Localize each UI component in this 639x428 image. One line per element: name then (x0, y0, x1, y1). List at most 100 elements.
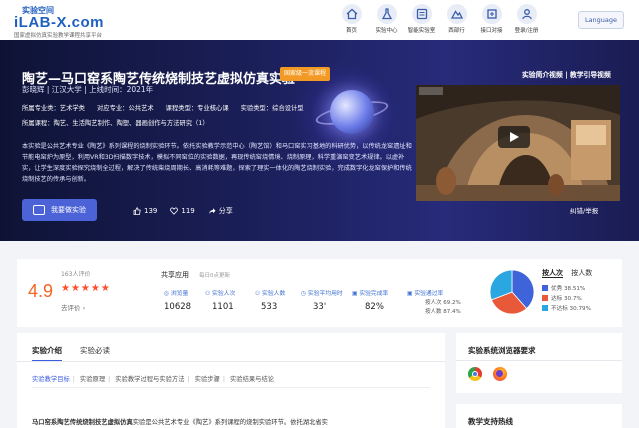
chrome-icon[interactable] (468, 367, 482, 381)
flask-icon (376, 4, 397, 24)
like-button[interactable]: 139 (133, 206, 157, 216)
nav-login[interactable]: 登录/注册 (511, 4, 542, 34)
anchor-process-methods[interactable]: 实验教学过程与实验方法 (115, 376, 184, 383)
legend-swatch (542, 305, 548, 311)
video-tabs[interactable]: 实验简介视频 | 教学引导视频 (522, 69, 611, 79)
legend-swatch (542, 295, 548, 301)
metric-avg-time-value: 33' (313, 302, 327, 312)
mountain-icon (446, 4, 467, 24)
favorite-count: 119 (181, 207, 195, 215)
nav-label: 登录/注册 (514, 28, 539, 34)
play-button[interactable] (498, 126, 530, 148)
pass-rate-by-sessions: 按人次 69.2% (425, 300, 461, 306)
logo-sub-text: 国家虚拟仿真实验教学课程共享平台 (14, 33, 103, 39)
tab-by-sessions[interactable]: 按人次 (542, 269, 563, 278)
logo-main-text: iLAB-X.com (14, 14, 105, 31)
share-button[interactable]: 分享 (208, 206, 233, 216)
video-watermark (419, 87, 443, 95)
like-count: 139 (144, 207, 158, 215)
legend-tabs: 按人次 按人数 (542, 268, 592, 278)
rating-stars: ★★★★★ (61, 283, 111, 294)
metric-users-value: 533 (261, 302, 278, 312)
main-nav: 首页 实验中心 智能实验室 西部行 接口对接 登录/注册 (336, 4, 546, 34)
nav-smart-lab[interactable]: 智能实验室 (406, 4, 437, 34)
start-button-label: 我要做实验 (51, 206, 86, 214)
home-icon (341, 4, 362, 24)
language-button[interactable]: Language (578, 11, 624, 29)
share-label: 分享 (218, 207, 233, 215)
nav-lab-center[interactable]: 实验中心 (371, 4, 402, 34)
pass-rate-by-users: 按人数 87.4% (425, 309, 461, 315)
nav-home[interactable]: 首页 (336, 4, 367, 34)
user-icon (516, 4, 537, 24)
go-rate-link[interactable]: 去评价 › (61, 302, 85, 312)
tab-must-read[interactable]: 实验必读 (80, 345, 110, 362)
nav-label: 西部行 (448, 28, 465, 34)
browser-title: 实验系统浏览器要求 (468, 346, 536, 355)
legend-excellent: 优秀 38.51% (542, 284, 585, 292)
anchor-teaching-goals[interactable]: 实验教学目标 (32, 376, 70, 383)
anchor-results[interactable]: 实验结果与结论 (230, 376, 274, 383)
experiment-content-card: 实验介绍 实验必读 实验教学目标 | 实验原理 | 实验教学过程与实验方法 | 实验步… (17, 333, 445, 428)
firefox-icon[interactable] (493, 367, 507, 381)
nav-west[interactable]: 西部行 (441, 4, 472, 34)
metric-sessions-label: ⚇ 实验人次 (205, 291, 236, 297)
share-icon (208, 208, 216, 214)
rating-score: 4.9 (28, 281, 54, 301)
nav-label: 实验中心 (375, 28, 398, 34)
meta-major: 对应专业：公共艺术 (96, 105, 154, 112)
tab-by-users[interactable]: 按人数 (571, 269, 592, 277)
metric-completion-label: ▣ 实验完成率 (352, 291, 389, 297)
plug-icon (481, 4, 502, 24)
legend-swatch (542, 285, 548, 291)
legend-fail: 不达标 30.79% (542, 304, 591, 312)
grade-pie-chart (489, 269, 535, 315)
metric-users-label: ⚇ 实验人数 (255, 291, 286, 297)
nav-interface[interactable]: 接口对接 (476, 4, 507, 34)
support-title: 教学支持热线 (468, 417, 513, 426)
intro-video-player[interactable] (416, 85, 620, 201)
share-app-title: 共享应用 (161, 271, 189, 279)
metric-views-value: 10628 (164, 302, 192, 312)
experiment-description: 本实验是公共艺术专业《陶艺》系列课程的烧制实验环节。依托实验教学示范中心（陶艺馆… (22, 143, 412, 183)
site-logo[interactable]: 实验空间 iLAB-X.com 国家虚拟仿真实验教学课程共享平台 (14, 5, 104, 39)
intro-bold: 马口窑系陶艺传统烧制技艺虚拟仿真 (32, 419, 133, 426)
nav-label: 接口对接 (480, 28, 503, 34)
nav-label: 首页 (345, 28, 357, 34)
tab-introduction[interactable]: 实验介绍 (32, 345, 62, 362)
support-hotline-card: 教学支持热线 (456, 404, 622, 428)
report-error-link[interactable]: 纠错/举报 (570, 205, 598, 215)
browser-requirements-card: 实验系统浏览器要求 (456, 333, 622, 393)
meta-experiment-type: 实验类型：综合设计型 (240, 105, 304, 112)
metric-avg-time-label: ◷ 实验平均用时 (301, 291, 343, 297)
tab-divider (17, 361, 445, 362)
top-header: 实验空间 iLAB-X.com 国家虚拟仿真实验教学课程共享平台 首页 实验中心… (0, 0, 639, 40)
favorite-button[interactable]: 119 (170, 206, 195, 216)
thumb-up-icon (133, 207, 141, 215)
section-anchors: 实验教学目标 | 实验原理 | 实验教学过程与实验方法 | 实验步骤 | 实验结果与结论 (32, 376, 275, 383)
vr-icon (33, 205, 45, 215)
nav-label: 智能实验室 (407, 28, 436, 34)
side-divider (456, 360, 622, 361)
anchor-steps[interactable]: 实验步骤 (195, 376, 220, 383)
meta-courses: 所属课程：陶艺、生活陶艺制作、陶塑、器画创作与方法研究（1） (22, 120, 209, 127)
meta-category: 所属专业类：艺术学类 (22, 105, 85, 112)
metric-sessions-value: 1101 (212, 302, 234, 312)
planet-illustration (330, 90, 374, 134)
share-app-subtitle: 每日0点更新 (199, 273, 230, 279)
start-experiment-button[interactable]: 我要做实验 (22, 199, 97, 221)
metric-views-label: ◎ 浏览量 (164, 291, 189, 297)
engagement-stats: 139 119 分享 (133, 206, 246, 216)
metric-completion-value: 82% (365, 302, 384, 312)
rating-count: 163人评价 (61, 271, 91, 278)
national-course-badge: 国家级一流课程 (280, 67, 331, 81)
anchor-divider (32, 387, 430, 388)
meta-course-type: 课程类型：专业核心课 (165, 105, 229, 112)
content-tabs: 实验介绍 实验必读 (32, 345, 128, 362)
metric-pass-label: ▣ 实验通过率 (407, 291, 444, 297)
experiment-meta: 所属专业类：艺术学类 对应专业：公共艺术 课程类型：专业核心课 实验类型：综合设… (22, 103, 314, 112)
anchor-principles[interactable]: 实验原理 (80, 376, 105, 383)
lab-icon (411, 4, 432, 24)
heart-icon (170, 207, 179, 215)
legend-pass: 达标 30.7% (542, 294, 582, 302)
